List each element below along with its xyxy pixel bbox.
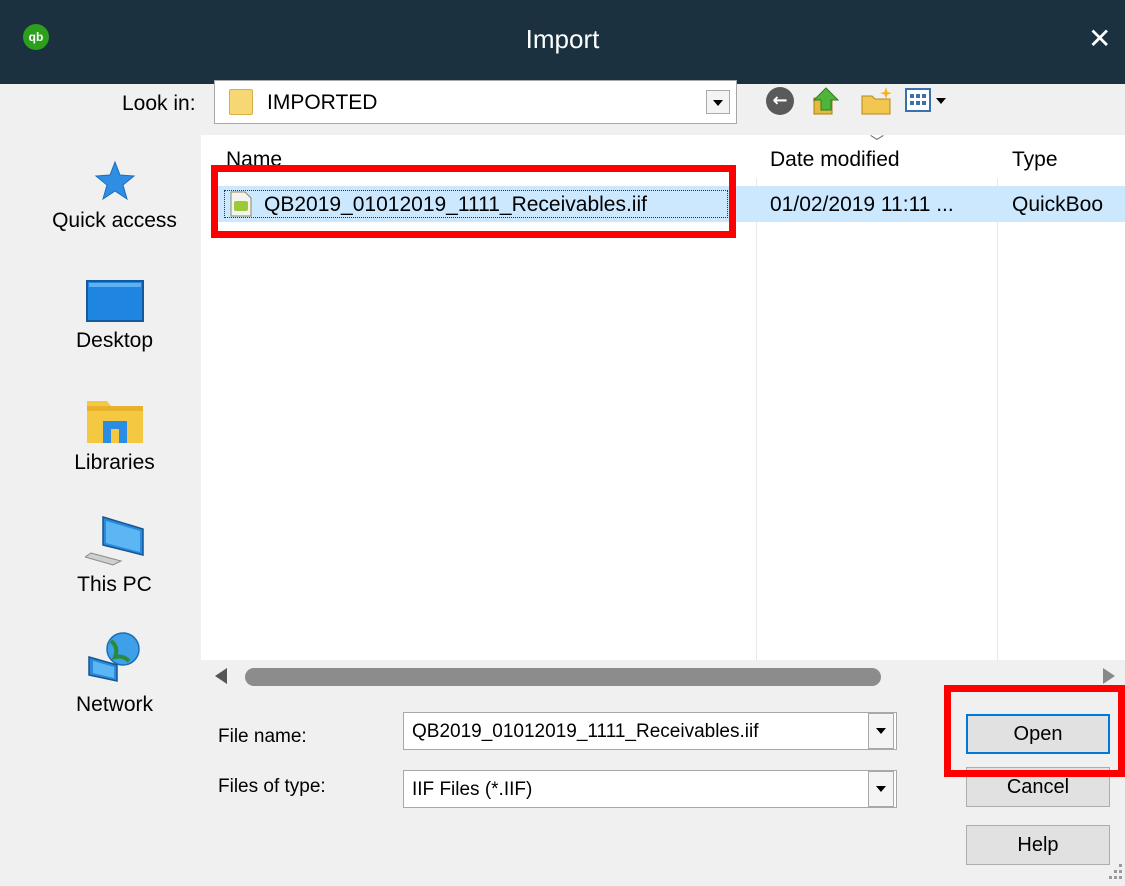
place-network[interactable]: Network xyxy=(28,631,201,717)
file-type-select[interactable]: IIF Files (*.IIF) xyxy=(403,770,897,808)
column-divider xyxy=(756,178,757,660)
file-type-dropdown-button[interactable] xyxy=(868,771,894,807)
up-folder-icon[interactable] xyxy=(810,84,842,118)
look-in-dropdown-button[interactable] xyxy=(706,90,730,114)
new-folder-icon[interactable] xyxy=(860,84,894,118)
look-in-dropdown[interactable]: IMPORTED xyxy=(214,80,737,124)
libraries-icon xyxy=(86,401,143,443)
column-divider xyxy=(997,178,998,660)
cancel-button[interactable]: Cancel xyxy=(966,767,1110,807)
chevron-down-icon xyxy=(876,728,886,734)
date-modified-cell: 01/02/2019 11:11 ... xyxy=(770,193,954,216)
place-this-pc[interactable]: This PC xyxy=(28,515,201,597)
scroll-right-icon[interactable] xyxy=(1103,668,1115,684)
file-name-field[interactable]: QB2019_01012019_1111_Receivables.iif xyxy=(403,712,897,750)
file-type-label: Files of type: xyxy=(218,776,326,797)
computer-icon xyxy=(84,515,144,566)
file-name-dropdown-button[interactable] xyxy=(868,713,894,749)
title-bar: qb Import ✕ xyxy=(0,0,1125,84)
import-dialog: qb Import ✕ Look in: IMPORTED ← Quick ac… xyxy=(0,0,1125,886)
folder-icon xyxy=(229,89,253,115)
file-name-label: File name: xyxy=(218,726,307,747)
star-icon xyxy=(94,160,135,201)
file-name-cell[interactable]: QB2019_01012019_1111_Receivables.iif xyxy=(264,193,647,217)
place-desktop[interactable]: Desktop xyxy=(28,279,201,353)
chevron-down-icon xyxy=(876,786,886,792)
help-button[interactable]: Help xyxy=(966,825,1110,865)
window-title: Import xyxy=(525,24,600,54)
places-bar: Quick access Desktop Libraries This PC N… xyxy=(28,135,201,860)
look-in-label: Look in: xyxy=(122,92,196,115)
iif-file-icon xyxy=(230,191,252,217)
place-libraries[interactable]: Libraries xyxy=(28,397,201,475)
network-icon xyxy=(87,632,140,682)
column-header-date-modified[interactable]: Date modified xyxy=(770,148,900,172)
chevron-down-icon xyxy=(713,100,723,106)
look-in-value: IMPORTED xyxy=(267,91,378,114)
scrollbar-thumb[interactable] xyxy=(245,668,881,686)
open-button[interactable]: Open xyxy=(966,714,1110,754)
column-header-name[interactable]: Name xyxy=(226,148,282,172)
type-cell: QuickBoo xyxy=(1012,193,1104,216)
desktop-icon xyxy=(85,280,144,322)
scroll-left-icon[interactable] xyxy=(215,668,227,684)
place-quick-access[interactable]: Quick access xyxy=(28,159,201,233)
resize-grip-icon[interactable] xyxy=(1098,856,1125,886)
view-menu-icon[interactable] xyxy=(904,86,950,116)
close-icon[interactable]: ✕ xyxy=(1088,24,1111,54)
column-header-type[interactable]: Type xyxy=(1012,148,1058,172)
horizontal-scrollbar[interactable] xyxy=(211,662,1125,690)
back-icon[interactable]: ← xyxy=(766,87,794,115)
